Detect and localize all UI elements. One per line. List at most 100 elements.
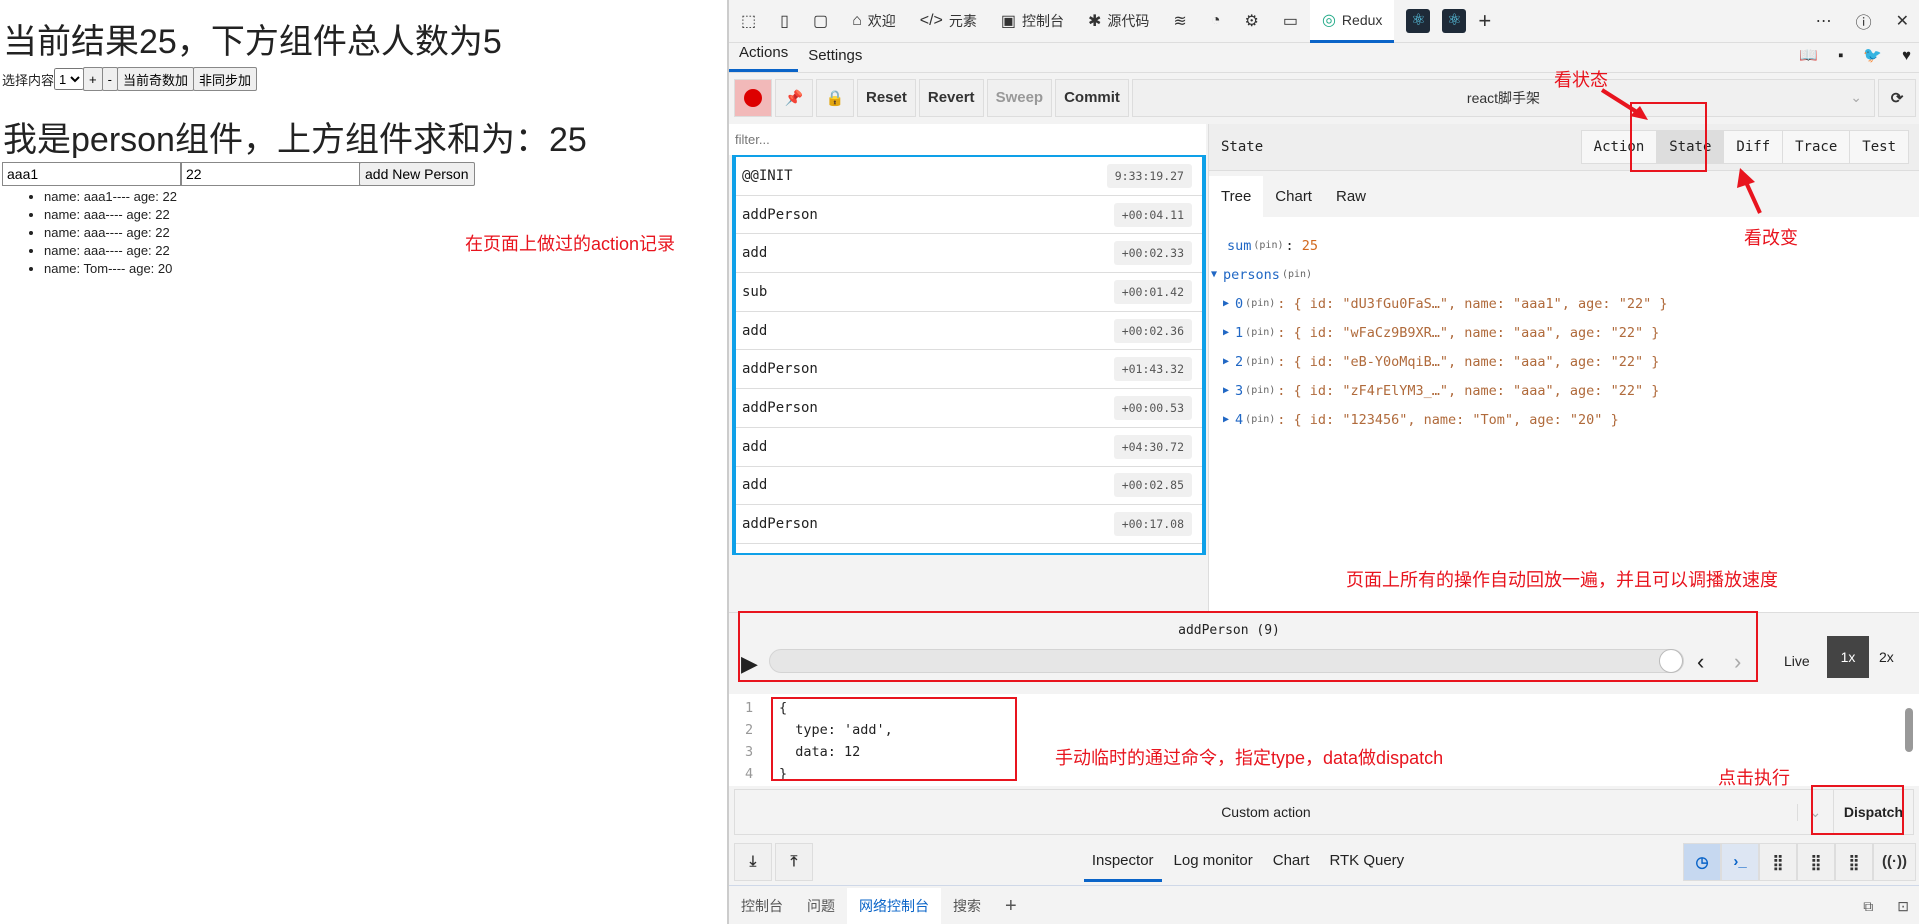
heart-icon[interactable]: ♥ xyxy=(1892,47,1919,72)
react-profiler-icon[interactable]: ⚛ xyxy=(1442,0,1467,43)
tree-node-person[interactable]: ▶ 4 (pin): { id: "123456", name: "Tom", ag… xyxy=(1209,405,1919,434)
tab-diff[interactable]: Diff xyxy=(1723,131,1782,163)
tab-rtk-query[interactable]: RTK Query xyxy=(1321,842,1412,882)
tree-node-person[interactable]: ▶ 1 (pin): { id: "wFaCz9B9XR…", name: "aaa… xyxy=(1209,318,1919,347)
undock-icon[interactable]: ⧉ xyxy=(1851,888,1885,924)
annotation-editor-box xyxy=(771,697,1017,781)
commit-button[interactable]: Commit xyxy=(1055,78,1129,117)
tab-chart-monitor[interactable]: Chart xyxy=(1265,842,1318,882)
increment-button[interactable]: + xyxy=(83,67,103,91)
live-button[interactable]: Live xyxy=(1784,653,1810,669)
name-input[interactable] xyxy=(2,162,181,186)
help-icon[interactable]: ⓘ xyxy=(1844,0,1884,43)
expand-triangle-icon[interactable]: ▶ xyxy=(1223,385,1229,396)
performance-icon[interactable]: ◔ xyxy=(1199,0,1233,43)
device-icon[interactable]: ▯ xyxy=(768,0,801,43)
react-components-icon[interactable]: ⚛ xyxy=(1394,0,1442,43)
decrement-button[interactable]: - xyxy=(101,67,118,91)
tab-actions[interactable]: Actions xyxy=(729,44,799,72)
tree-node-persons[interactable]: ▼ persons (pin) xyxy=(1209,260,1919,289)
tab-welcome[interactable]: ⌂ 欢迎 xyxy=(840,0,908,43)
add-tab-icon[interactable]: + xyxy=(993,888,1029,924)
drawer-tab-console[interactable]: 控制台 xyxy=(729,888,795,924)
timer-icon[interactable]: ◷ xyxy=(1683,842,1722,881)
close-icon[interactable]: ✕ xyxy=(1884,0,1919,43)
tab-settings[interactable]: Settings xyxy=(798,47,872,72)
dock-right-icon[interactable]: ⣿ xyxy=(1797,842,1836,881)
async-increment-button[interactable]: 非同步加 xyxy=(192,67,257,91)
remote-icon[interactable]: ((·)) xyxy=(1873,842,1916,881)
tab-sources[interactable]: ✱ 源代码 xyxy=(1076,0,1161,43)
drawer-tab-network-console[interactable]: 网络控制台 xyxy=(847,888,941,924)
expand-triangle-icon[interactable]: ▶ xyxy=(1223,414,1229,425)
tab-chart[interactable]: Chart xyxy=(1263,176,1324,217)
tree-node-person[interactable]: ▶ 3 (pin): { id: "zF4rElYM3_…", name: "aaa… xyxy=(1209,376,1919,405)
import-icon[interactable]: ⤓ xyxy=(734,842,772,881)
twitter-icon[interactable]: 🐦 xyxy=(1853,46,1892,72)
monitor-bar: ⤓ ⤒ Inspector Log monitor Chart RTK Quer… xyxy=(729,838,1919,886)
expand-triangle-icon[interactable]: ▶ xyxy=(1223,327,1229,338)
tab-test[interactable]: Test xyxy=(1849,131,1908,163)
tab-inspector[interactable]: Inspector xyxy=(1083,842,1162,882)
record-button[interactable] xyxy=(734,78,772,117)
application-icon[interactable]: ▭ xyxy=(1271,0,1310,43)
annotation-replay: 页面上所有的操作自动回放一遍，并且可以调播放速度 xyxy=(1346,570,1778,590)
reset-button[interactable]: Reset xyxy=(857,78,916,117)
revert-button[interactable]: Revert xyxy=(918,78,984,117)
collapse-drawer-icon[interactable]: ⊡ xyxy=(1885,888,1919,924)
sidebar-icon[interactable]: ▢ xyxy=(801,0,840,43)
pin-link[interactable]: (pin) xyxy=(1245,385,1275,396)
add-tab-icon[interactable]: + xyxy=(1466,0,1503,43)
tab-elements[interactable]: </> 元素 xyxy=(908,0,989,43)
tree-node-person[interactable]: ▶ 2 (pin): { id: "eB-Y0oMqiB…", name: "aaa… xyxy=(1209,347,1919,376)
lock-button[interactable]: 🔒 xyxy=(816,78,854,117)
tab-log-monitor[interactable]: Log monitor xyxy=(1166,842,1261,882)
pin-link[interactable]: (pin) xyxy=(1253,240,1283,251)
sweep-button[interactable]: Sweep xyxy=(986,78,1053,117)
key: 2 xyxy=(1235,353,1244,370)
sync-button[interactable]: ⟳ xyxy=(1878,78,1916,117)
docs-icon[interactable]: 📖 xyxy=(1789,46,1828,72)
drawer-tab-issues[interactable]: 问题 xyxy=(795,888,847,924)
pin-link[interactable]: (pin) xyxy=(1245,327,1275,338)
expand-triangle-icon[interactable]: ▼ xyxy=(1211,269,1217,280)
value-preview: : { id: "123456", name: "Tom", age: "20"… xyxy=(1277,411,1619,428)
number-select[interactable]: 1 xyxy=(54,68,85,90)
chat-icon[interactable]: ▪ xyxy=(1828,47,1853,72)
pin-button[interactable]: 📌 xyxy=(775,78,813,117)
more-icon[interactable]: ⋯ xyxy=(1804,0,1844,43)
instance-select[interactable]: react脚手架 ⌄ xyxy=(1131,78,1875,117)
pin-link[interactable]: (pin) xyxy=(1282,269,1312,280)
custom-action-select[interactable]: Custom action xyxy=(735,804,1797,820)
pin-link[interactable]: (pin) xyxy=(1245,414,1275,425)
pin-link[interactable]: (pin) xyxy=(1245,356,1275,367)
filter-input[interactable] xyxy=(729,124,1206,155)
scrollbar[interactable] xyxy=(1905,708,1913,752)
dock-left-icon[interactable]: ⣿ xyxy=(1759,842,1798,881)
line-number: 1 xyxy=(745,700,754,716)
speed-1x-button[interactable]: 1x xyxy=(1827,636,1869,678)
memory-icon[interactable]: ⚙ xyxy=(1232,0,1270,43)
add-person-button[interactable]: add New Person xyxy=(359,162,475,186)
tab-redux[interactable]: ◎ Redux xyxy=(1309,0,1395,43)
tab-tree[interactable]: Tree xyxy=(1209,176,1264,217)
age-input[interactable] xyxy=(181,162,360,186)
inspect-icon[interactable]: ⬚ xyxy=(729,0,768,43)
increment-if-odd-button[interactable]: 当前奇数加 xyxy=(116,67,194,91)
tab-trace[interactable]: Trace xyxy=(1782,131,1849,163)
tab-console[interactable]: ▣ 控制台 xyxy=(989,0,1076,43)
tree-node-person[interactable]: ▶ 0 (pin): { id: "dU3fGu0FaS…", name: "aaa… xyxy=(1209,289,1919,318)
drawer-tab-search[interactable]: 搜索 xyxy=(941,888,993,924)
value-preview: : { id: "eB-Y0oMqiB…", name: "aaa", age:… xyxy=(1277,353,1660,370)
speed-2x-button[interactable]: 2x xyxy=(1879,649,1894,665)
network-icon[interactable]: ≋ xyxy=(1161,0,1198,43)
dock-bottom-icon[interactable]: ⣿ xyxy=(1835,842,1874,881)
export-icon[interactable]: ⤒ xyxy=(775,842,813,881)
expand-triangle-icon[interactable]: ▶ xyxy=(1223,298,1229,309)
list-item: name: aaa---- age: 22 xyxy=(44,224,177,242)
terminal-icon[interactable]: ›_ xyxy=(1721,842,1760,881)
tab-raw[interactable]: Raw xyxy=(1324,176,1378,217)
expand-triangle-icon[interactable]: ▶ xyxy=(1223,356,1229,367)
pin-link[interactable]: (pin) xyxy=(1245,298,1275,309)
person-title: 我是person组件，上方组件求和为：25 xyxy=(3,121,587,159)
